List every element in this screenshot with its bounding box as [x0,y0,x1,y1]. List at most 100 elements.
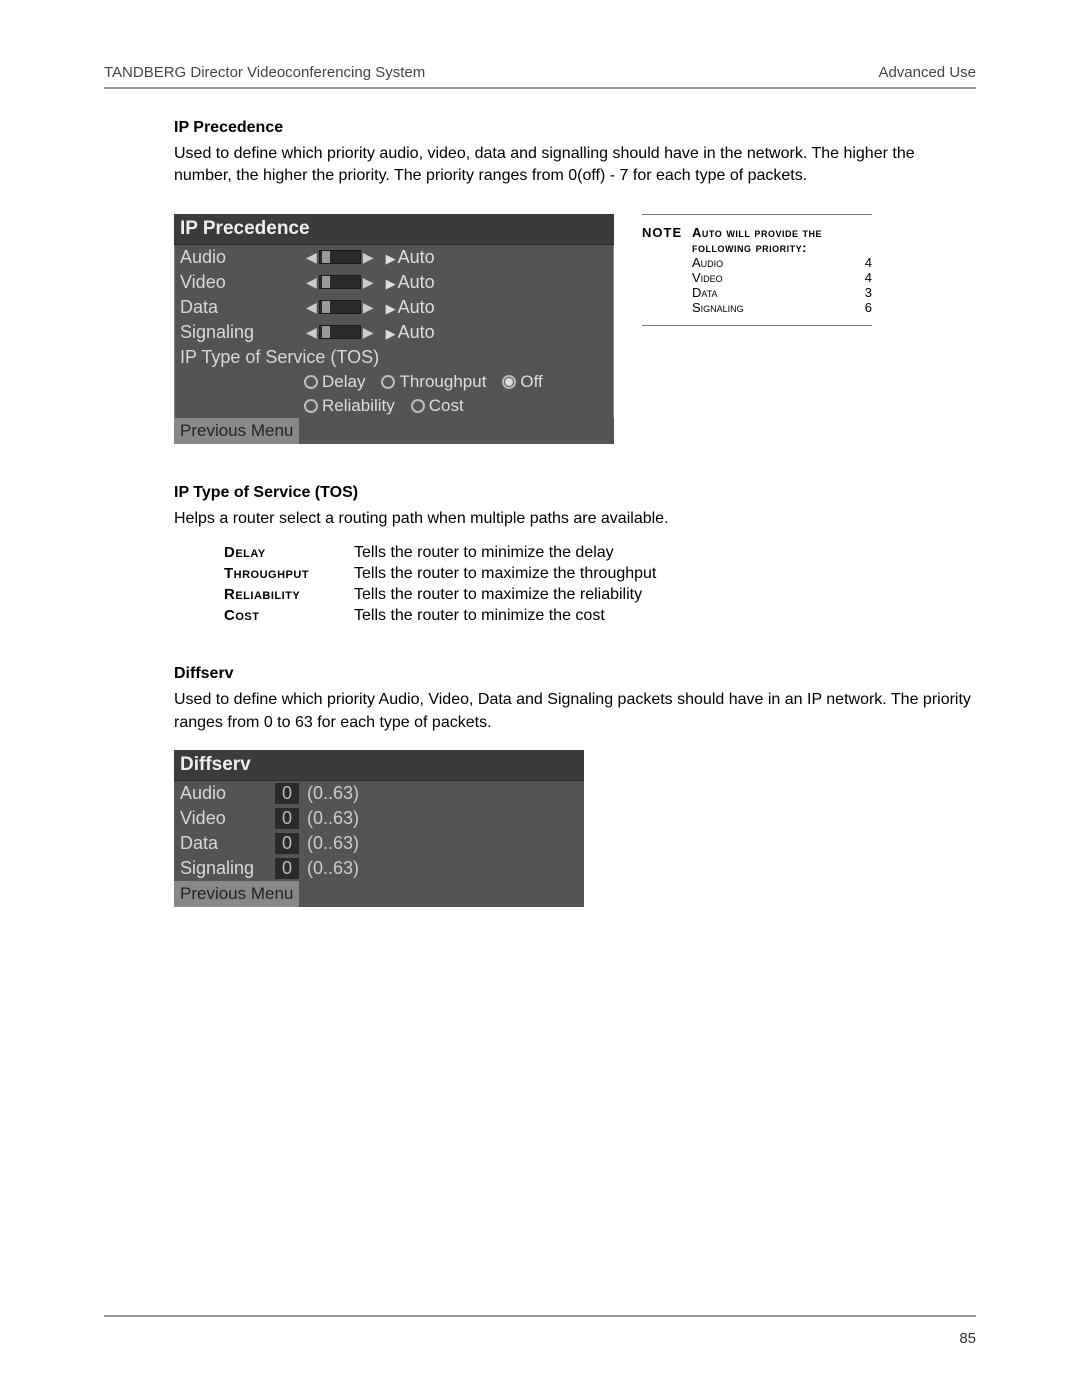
diffserv-row-video[interactable]: Video 0 (0..63) [174,806,584,831]
arrow-left-icon[interactable]: ◀ [304,274,319,291]
diffserv-row-data[interactable]: Data 0 (0..63) [174,831,584,856]
slider[interactable]: ◀ ▶ [304,324,376,341]
page-number: 85 [959,1330,976,1347]
radio-reliability[interactable]: Reliability [304,396,395,416]
note-entry-name: Data [692,285,852,300]
header-left: TANDBERG Director Videoconferencing Syst… [104,64,425,81]
note-entry-value: 6 [852,300,872,315]
body-ip-precedence: Used to define which priority audio, vid… [174,143,976,188]
menu-row-value: Auto [398,322,435,342]
arrow-right-icon[interactable]: ▶ [361,249,376,266]
def-value: Tells the router to maximize the through… [354,565,976,583]
radio-label: Off [520,372,542,392]
play-icon: ▶ [386,251,398,266]
note-entry-value: 4 [852,270,872,285]
def-value: Tells the router to minimize the cost [354,607,976,625]
note-entry-name: Signaling [692,300,852,315]
header-right: Advanced Use [878,64,976,81]
def-row: Delay Tells the router to minimize the d… [224,544,976,562]
diffserv-row-signaling[interactable]: Signaling 0 (0..63) [174,856,584,881]
previous-menu-button[interactable]: Previous Menu [174,418,299,444]
radio-cost[interactable]: Cost [411,396,464,416]
slider[interactable]: ◀ ▶ [304,249,376,266]
menu-row-signaling[interactable]: Signaling ◀ ▶ ▶Auto [174,320,614,345]
radio-icon [411,399,425,413]
note-label: NOTE [642,225,692,255]
diffserv-row-label: Data [180,833,275,854]
note-entry-value: 3 [852,285,872,300]
play-icon: ▶ [386,301,398,316]
diffserv-row-label: Audio [180,783,275,804]
radio-icon [502,375,516,389]
arrow-right-icon[interactable]: ▶ [361,299,376,316]
def-row: Cost Tells the router to minimize the co… [224,607,976,625]
radio-label: Reliability [322,396,395,416]
radio-throughput[interactable]: Throughput [381,372,486,392]
diffserv-range: (0..63) [307,833,359,854]
arrow-left-icon[interactable]: ◀ [304,324,319,341]
menu-row-label: Data [180,297,304,318]
note-entry: Audio 4 [692,255,872,270]
play-icon: ▶ [386,326,398,341]
radio-delay[interactable]: Delay [304,372,365,392]
diffserv-range: (0..63) [307,783,359,804]
menu-row-label: Signaling [180,322,304,343]
radio-label: Cost [429,396,464,416]
tos-options-row1: Delay Throughput Off [174,370,614,394]
note-entry-name: Audio [692,255,852,270]
play-icon: ▶ [386,276,398,291]
note-entry-value: 4 [852,255,872,270]
menu-row-label: Video [180,272,304,293]
menu-row-value: Auto [398,272,435,292]
radio-label: Delay [322,372,365,392]
menu-row-video[interactable]: Video ◀ ▶ ▶Auto [174,270,614,295]
page: TANDBERG Director Videoconferencing Syst… [0,0,1080,1397]
note-entry: Data 3 [692,285,872,300]
def-value: Tells the router to maximize the reliabi… [354,586,976,604]
def-key: Reliability [224,586,354,604]
body-diffserv: Used to define which priority Audio, Vid… [174,689,976,734]
arrow-left-icon[interactable]: ◀ [304,299,319,316]
radio-off[interactable]: Off [502,372,542,392]
arrow-right-icon[interactable]: ▶ [361,274,376,291]
note-entry-name: Video [692,270,852,285]
diffserv-value-input[interactable]: 0 [275,833,299,854]
radio-icon [381,375,395,389]
bottom-rule [104,1315,976,1317]
diffserv-value-input[interactable]: 0 [275,808,299,829]
def-key: Cost [224,607,354,625]
note-box: NOTE Auto will provide the following pri… [642,214,872,326]
diffserv-range: (0..63) [307,858,359,879]
diffserv-row-label: Video [180,808,275,829]
ip-precedence-row: IP Precedence Audio ◀ ▶ ▶Auto Video ◀ ▶ … [174,214,976,444]
previous-menu-button[interactable]: Previous Menu [174,881,299,907]
slider[interactable]: ◀ ▶ [304,274,376,291]
arrow-left-icon[interactable]: ◀ [304,249,319,266]
diffserv-value-input[interactable]: 0 [275,858,299,879]
diffserv-value-input[interactable]: 0 [275,783,299,804]
def-key: Delay [224,544,354,562]
menu-row-value: Auto [398,297,435,317]
note-entry: Video 4 [692,270,872,285]
menu-sub-title: IP Type of Service (TOS) [174,345,614,370]
radio-icon [304,399,318,413]
tos-options-row2: Reliability Cost [174,394,614,418]
slider[interactable]: ◀ ▶ [304,299,376,316]
menu-title: IP Precedence [174,214,614,245]
menu-row-audio[interactable]: Audio ◀ ▶ ▶Auto [174,245,614,270]
diffserv-range: (0..63) [307,808,359,829]
section-title-tos: IP Type of Service (TOS) [174,484,976,502]
menu-row-data[interactable]: Data ◀ ▶ ▶Auto [174,295,614,320]
diffserv-menu: Diffserv Audio 0 (0..63) Video 0 (0..63)… [174,750,584,907]
menu-row-label: Audio [180,247,304,268]
note-entry: Signaling 6 [692,300,872,315]
arrow-right-icon[interactable]: ▶ [361,324,376,341]
menu-title: Diffserv [174,750,584,781]
section-title-diffserv: Diffserv [174,665,976,683]
section-title-ip-precedence: IP Precedence [174,119,976,137]
ip-precedence-menu: IP Precedence Audio ◀ ▶ ▶Auto Video ◀ ▶ … [174,214,614,444]
radio-icon [304,375,318,389]
def-key: Throughput [224,565,354,583]
diffserv-row-audio[interactable]: Audio 0 (0..63) [174,781,584,806]
body-tos: Helps a router select a routing path whe… [174,508,976,530]
